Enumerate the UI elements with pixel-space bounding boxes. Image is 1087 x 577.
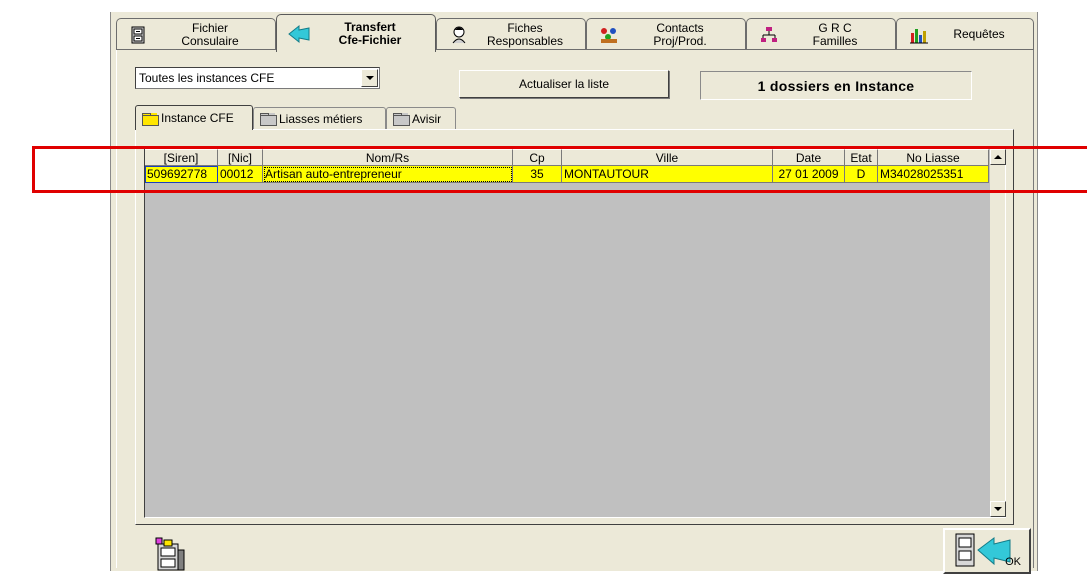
scroll-down-button[interactable] bbox=[990, 501, 1006, 517]
subtab-liasses-metiers[interactable]: Liasses métiers bbox=[253, 107, 386, 129]
cell-ville[interactable]: MONTAUTOUR bbox=[562, 166, 773, 183]
instance-filter-select[interactable]: Toutes les instances CFE bbox=[135, 67, 380, 89]
org-chart-icon bbox=[757, 23, 781, 47]
subtab-avisir[interactable]: Avisir bbox=[386, 107, 456, 129]
transfert-panel: Toutes les instances CFE Actualiser la l… bbox=[116, 50, 1034, 574]
folder-icon bbox=[260, 113, 277, 126]
sub-tabs: Instance CFE Liasses métiers Avisir bbox=[135, 105, 1015, 130]
application-window: Fichier Consulaire Transfert Cfe-Fichier… bbox=[110, 12, 1038, 574]
ok-label: OK bbox=[1005, 556, 1021, 568]
instance-cfe-panel: [Siren] [Nic] Nom/Rs Cp Ville Date Etat … bbox=[135, 129, 1014, 525]
tab-label: Contacts Proj/Prod. bbox=[653, 20, 707, 48]
chevron-down-icon[interactable] bbox=[361, 69, 378, 87]
tab-requetes[interactable]: Requêtes bbox=[896, 18, 1034, 50]
grid-header: [Siren] [Nic] Nom/Rs Cp Ville Date Etat … bbox=[145, 149, 989, 166]
column-header-no-liasse[interactable]: No Liasse bbox=[878, 149, 989, 166]
instance-count-display: 1 dossiers en Instance bbox=[700, 71, 972, 100]
archive-cabinet-icon[interactable] bbox=[152, 534, 192, 574]
column-header-etat[interactable]: Etat bbox=[845, 149, 878, 166]
cell-siren[interactable]: 509692778 bbox=[145, 166, 218, 183]
cell-etat[interactable]: D bbox=[845, 166, 878, 183]
tab-transfert-cfe[interactable]: Transfert Cfe-Fichier bbox=[276, 14, 436, 52]
cell-nic[interactable]: 00012 bbox=[218, 166, 263, 183]
contacts-icon bbox=[597, 23, 621, 47]
ok-button[interactable]: OK bbox=[943, 528, 1031, 574]
tab-label: Fichier Consulaire bbox=[181, 20, 239, 48]
instances-grid[interactable]: [Siren] [Nic] Nom/Rs Cp Ville Date Etat … bbox=[144, 148, 1006, 518]
cell-cp[interactable]: 35 bbox=[513, 166, 562, 183]
tab-label: Transfert Cfe-Fichier bbox=[338, 19, 402, 47]
column-header-ville[interactable]: Ville bbox=[562, 149, 773, 166]
arrow-down-icon bbox=[994, 507, 1002, 511]
column-header-cp[interactable]: Cp bbox=[513, 149, 562, 166]
main-tabs: Fichier Consulaire Transfert Cfe-Fichier… bbox=[116, 14, 1034, 52]
tab-contacts[interactable]: Contacts Proj/Prod. bbox=[586, 18, 746, 50]
arrow-up-icon bbox=[994, 155, 1002, 159]
file-cabinet-icon bbox=[127, 23, 151, 47]
person-profile-icon bbox=[447, 23, 471, 47]
instance-filter-value: Toutes les instances CFE bbox=[139, 71, 275, 85]
column-header-date[interactable]: Date bbox=[773, 149, 845, 166]
tab-fiches-responsables[interactable]: Fiches Responsables bbox=[436, 18, 586, 50]
subtab-instance-cfe[interactable]: Instance CFE bbox=[135, 105, 253, 130]
column-header-siren[interactable]: [Siren] bbox=[145, 149, 218, 166]
folder-open-icon bbox=[142, 112, 159, 126]
tab-label: G R C Familles bbox=[812, 20, 858, 48]
subtab-label: Liasses métiers bbox=[279, 111, 363, 126]
cell-nom[interactable]: Artisan auto-entrepreneur bbox=[263, 166, 513, 183]
column-header-nom[interactable]: Nom/Rs bbox=[263, 149, 513, 166]
cell-no-liasse[interactable]: M34028025351 bbox=[878, 166, 989, 183]
column-header-nic[interactable]: [Nic] bbox=[218, 149, 263, 166]
cell-date[interactable]: 27 01 2009 bbox=[773, 166, 845, 183]
tab-grc-familles[interactable]: G R C Familles bbox=[746, 18, 896, 50]
tab-fichier-consulaire[interactable]: Fichier Consulaire bbox=[116, 18, 276, 50]
bar-chart-icon bbox=[907, 23, 931, 47]
tab-label: Fiches Responsables bbox=[486, 20, 564, 48]
arrow-transfer-icon bbox=[287, 22, 311, 46]
folder-icon bbox=[393, 113, 410, 126]
subtab-label: Avisir bbox=[412, 111, 442, 126]
refresh-list-button[interactable]: Actualiser la liste bbox=[459, 70, 669, 98]
subtab-label: Instance CFE bbox=[161, 111, 234, 125]
vertical-scrollbar[interactable] bbox=[989, 149, 1006, 517]
scroll-up-button[interactable] bbox=[990, 149, 1006, 165]
table-row[interactable]: 509692778 00012 Artisan auto-entrepreneu… bbox=[145, 166, 989, 183]
tab-label: Requêtes bbox=[953, 27, 1005, 41]
